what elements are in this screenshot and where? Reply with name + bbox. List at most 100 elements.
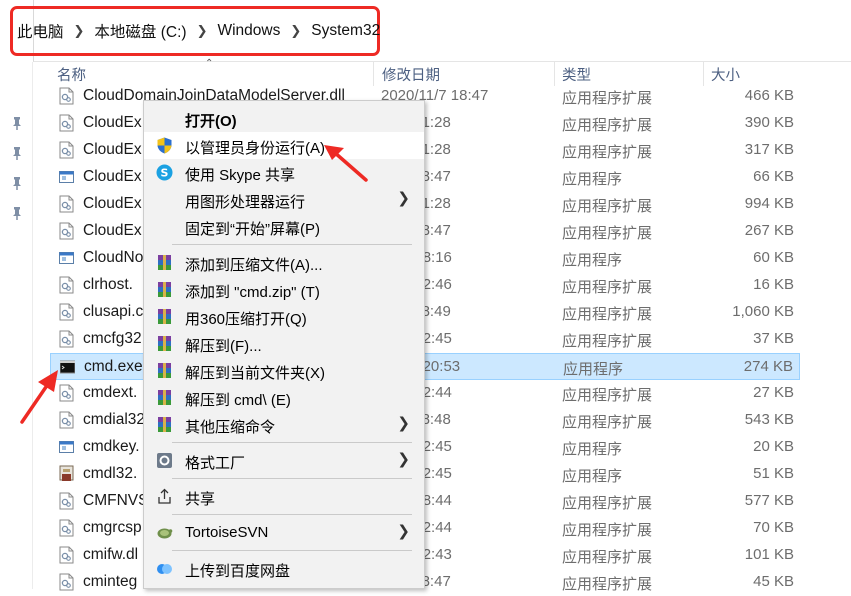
dll-file-icon (59, 141, 74, 159)
breadcrumb-item-local-disk[interactable]: 本地磁盘 (C:) (94, 20, 186, 42)
breadcrumb-item-system32[interactable]: System32 (311, 22, 380, 40)
context-menu-item[interactable]: 其他压缩命令 ❯ (144, 411, 424, 438)
context-menu-item[interactable]: 固定到“开始”屏幕(P) (144, 213, 424, 240)
context-menu-item[interactable]: S 使用 Skype 共享 (144, 159, 424, 186)
file-size: 274 KB (743, 358, 793, 375)
menu-item-label: 添加到 "cmd.zip" (T) (185, 284, 320, 301)
file-name: CloudEx (83, 195, 142, 212)
menu-separator (172, 514, 412, 515)
file-name: CloudEx (83, 168, 142, 185)
file-size: 267 KB (744, 222, 794, 239)
file-size: 1,060 KB (732, 303, 794, 320)
column-header-name[interactable]: 名称 (57, 64, 86, 85)
file-type: 应用程序扩展 (562, 117, 653, 134)
context-menu-item[interactable]: 共享 (144, 483, 424, 510)
dll-file-icon (59, 573, 74, 591)
menu-separator (172, 244, 412, 245)
menu-item-label: 解压到 cmd\ (E) (185, 392, 291, 409)
file-size: 317 KB (744, 141, 794, 158)
dll-file-icon (59, 519, 74, 537)
column-header-type[interactable]: 类型 (562, 64, 591, 85)
context-menu-item[interactable]: 用图形处理器运行 ❯ (144, 186, 424, 213)
cmdl-installer-icon (59, 465, 74, 481)
svg-text:S: S (161, 167, 169, 180)
file-name: cmgrcsp (83, 519, 142, 536)
menu-item-label: 添加到压缩文件(A)... (185, 257, 323, 274)
dll-file-icon (59, 546, 74, 564)
winrar-archive-icon (158, 363, 171, 378)
context-menu-item[interactable]: 解压到 cmd\ (E) (144, 384, 424, 411)
context-menu-item[interactable]: 以管理员身份运行(A) (144, 132, 424, 159)
file-type: 应用程序 (563, 361, 624, 378)
dll-file-icon (59, 330, 74, 348)
context-menu-item[interactable]: 解压到(F)... (144, 330, 424, 357)
column-header-date[interactable]: 修改日期 (382, 64, 440, 85)
file-size: 51 KB (753, 465, 794, 482)
context-menu-item[interactable]: 添加到 "cmd.zip" (T) (144, 276, 424, 303)
baidu-netdisk-icon (157, 564, 172, 574)
chevron-right-icon[interactable]: ❯ (74, 23, 85, 39)
chevron-right-icon[interactable]: ❯ (197, 23, 208, 39)
submenu-arrow-icon: ❯ (397, 190, 410, 207)
file-size: 577 KB (744, 492, 794, 509)
file-name: cminteg (83, 573, 138, 590)
pin-icon[interactable] (10, 206, 24, 220)
file-type: 应用程序扩展 (562, 225, 653, 242)
menu-item-label: 解压到(F)... (185, 338, 262, 355)
submenu-arrow-icon: ❯ (397, 451, 410, 468)
uac-shield-icon (157, 137, 172, 154)
context-menu: 打开(O) 以管理员身份运行(A) S 使用 Skype 共享用图形处理器运行 ❯ 固定到… (143, 100, 425, 589)
file-size: 45 KB (753, 573, 794, 590)
breadcrumb-item-windows[interactable]: Windows (217, 22, 280, 40)
column-header-size[interactable]: 大小 (711, 64, 740, 85)
share-icon (158, 488, 171, 504)
context-menu-item[interactable]: 上传到百度网盘 (144, 555, 424, 582)
dll-file-icon (59, 492, 74, 510)
file-type: 应用程序扩展 (562, 333, 653, 350)
menu-item-label: 共享 (185, 491, 216, 508)
context-menu-item[interactable]: 格式工厂 ❯ (144, 447, 424, 474)
menu-item-label: 以管理员身份运行(A) (185, 140, 325, 157)
file-type: 应用程序扩展 (562, 495, 653, 512)
context-menu-item[interactable]: 解压到当前文件夹(X) (144, 357, 424, 384)
file-size: 27 KB (753, 384, 794, 401)
dll-file-icon (59, 222, 74, 240)
winrar-archive-icon (158, 309, 171, 324)
breadcrumb-item-this-pc[interactable]: 此电脑 (17, 20, 64, 42)
file-type: 应用程序扩展 (562, 90, 653, 107)
context-menu-item[interactable]: 打开(O) (144, 105, 424, 132)
file-type: 应用程序 (562, 441, 623, 458)
context-menu-item[interactable]: TortoiseSVN ❯ (144, 519, 424, 546)
menu-item-label: 用360压缩打开(Q) (185, 311, 307, 328)
pin-icon[interactable] (10, 146, 24, 160)
pin-icon[interactable] (10, 176, 24, 190)
file-type: 应用程序扩展 (562, 549, 653, 566)
winrar-archive-icon (158, 336, 171, 351)
exe-window-icon (59, 441, 74, 453)
menu-item-label: 使用 Skype 共享 (185, 167, 296, 184)
file-type: 应用程序扩展 (562, 198, 653, 215)
file-name: cmdl32. (83, 465, 138, 482)
exe-window-icon (59, 252, 74, 264)
chevron-right-icon[interactable]: ❯ (290, 23, 301, 39)
file-size: 466 KB (744, 87, 794, 104)
menu-item-label: 其他压缩命令 (185, 419, 276, 436)
pin-icon[interactable] (10, 116, 24, 130)
submenu-arrow-icon: ❯ (397, 523, 410, 540)
file-type: 应用程序 (562, 252, 623, 269)
context-menu-item[interactable]: 用360压缩打开(Q) (144, 303, 424, 330)
file-type: 应用程序扩展 (562, 576, 653, 593)
winrar-archive-icon (158, 282, 171, 297)
format-factory-icon (157, 453, 172, 468)
menu-item-label: 打开(O) (185, 113, 237, 130)
winrar-archive-icon (158, 255, 171, 270)
tortoisesvn-icon (157, 528, 173, 539)
file-type: 应用程序扩展 (562, 387, 653, 404)
file-name: CloudEx (83, 222, 142, 239)
file-size: 390 KB (744, 114, 794, 131)
menu-item-label: 格式工厂 (185, 455, 246, 472)
file-type: 应用程序扩展 (562, 414, 653, 431)
context-menu-item[interactable]: 添加到压缩文件(A)... (144, 249, 424, 276)
file-size: 37 KB (753, 330, 794, 347)
menu-separator (172, 478, 412, 479)
